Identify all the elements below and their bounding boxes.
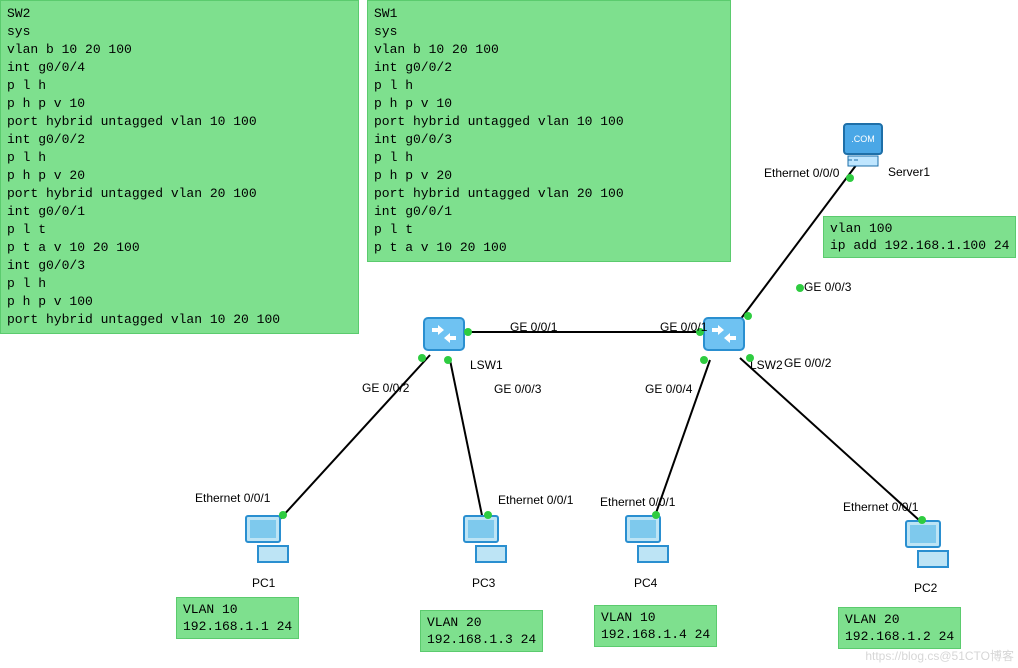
- device-label-pc3: PC3: [472, 576, 495, 590]
- port-dot: [444, 356, 452, 364]
- watermark: https://blog.cs@51CTO博客: [865, 647, 1014, 664]
- port-pc2-eth: Ethernet 0/0/1: [843, 500, 918, 514]
- device-lsw2[interactable]: [700, 310, 748, 358]
- port-dot: [846, 174, 854, 182]
- port-dot: [746, 354, 754, 362]
- device-pc4[interactable]: [620, 510, 676, 566]
- note-server: vlan 100 ip add 192.168.1.100 24: [823, 216, 1016, 258]
- port-dot: [279, 511, 287, 519]
- port-lsw2-g003: GE 0/0/3: [804, 280, 851, 294]
- port-dot: [700, 356, 708, 364]
- port-pc3-eth: Ethernet 0/0/1: [498, 493, 573, 507]
- config-sw1: SW1 sys vlan b 10 20 100 int g0/0/2 p l …: [367, 0, 731, 262]
- device-pc1[interactable]: [240, 510, 296, 566]
- device-label-pc1: PC1: [252, 576, 275, 590]
- port-dot: [652, 511, 660, 519]
- device-label-lsw2: LSW2: [750, 358, 783, 372]
- port-dot: [796, 284, 804, 292]
- device-server1[interactable]: .COM: [838, 120, 888, 170]
- port-lsw2-g004: GE 0/0/4: [645, 382, 692, 396]
- port-lsw1-g002: GE 0/0/2: [362, 381, 409, 395]
- note-pc4: VLAN 10 192.168.1.4 24: [594, 605, 717, 647]
- port-lsw1-g003: GE 0/0/3: [494, 382, 541, 396]
- note-pc1: VLAN 10 192.168.1.1 24: [176, 597, 299, 639]
- port-lsw1-g001: GE 0/0/1: [510, 320, 557, 334]
- device-label-pc2: PC2: [914, 581, 937, 595]
- port-server-eth: Ethernet 0/0/0: [764, 166, 839, 180]
- port-pc4-eth: Ethernet 0/0/1: [600, 495, 675, 509]
- device-label-pc4: PC4: [634, 576, 657, 590]
- device-pc2[interactable]: [900, 515, 956, 571]
- port-dot: [418, 354, 426, 362]
- device-label-lsw1: LSW1: [470, 358, 503, 372]
- note-pc2: VLAN 20 192.168.1.2 24: [838, 607, 961, 649]
- port-pc1-eth: Ethernet 0/0/1: [195, 491, 270, 505]
- port-dot: [918, 516, 926, 524]
- config-sw2: SW2 sys vlan b 10 20 100 int g0/0/4 p l …: [0, 0, 359, 334]
- port-dot: [464, 328, 472, 336]
- server-badge-text: .COM: [851, 134, 875, 144]
- port-lsw2-g001: GE 0/0/1: [660, 320, 707, 334]
- device-label-server1: Server1: [888, 165, 930, 179]
- port-lsw2-g002: GE 0/0/2: [784, 356, 831, 370]
- port-dot: [744, 312, 752, 320]
- device-lsw1[interactable]: [420, 310, 468, 358]
- port-dot: [484, 511, 492, 519]
- note-pc3: VLAN 20 192.168.1.3 24: [420, 610, 543, 652]
